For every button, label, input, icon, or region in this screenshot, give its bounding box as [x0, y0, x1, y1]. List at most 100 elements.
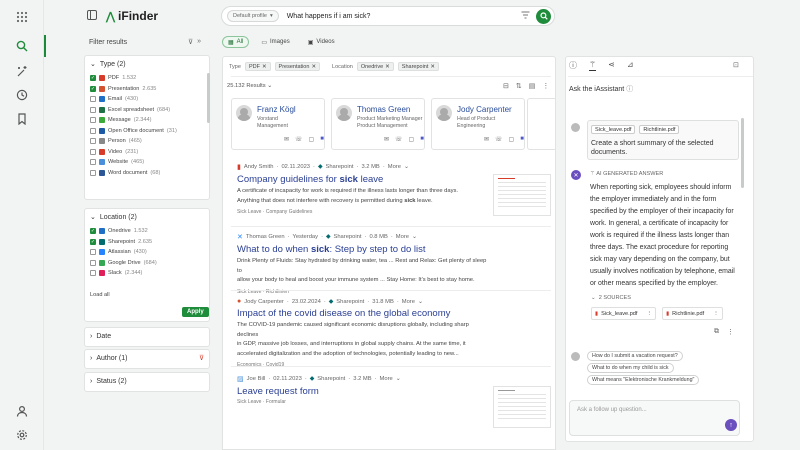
user-icon[interactable] — [13, 402, 31, 420]
sidebar-toggle-icon[interactable] — [87, 10, 97, 22]
search-input[interactable]: What happens if i am sick? — [287, 13, 519, 20]
search-submit-button[interactable] — [536, 8, 551, 24]
checkbox[interactable] — [90, 169, 96, 176]
checkbox[interactable] — [90, 148, 96, 155]
status-filter-header[interactable]: › Status (2) — [90, 378, 127, 385]
type-option[interactable]: Message (2.344) — [90, 115, 205, 126]
result-more-menu[interactable]: More — [380, 376, 393, 382]
type-option[interactable]: Person (465) — [90, 136, 205, 147]
type-filter-scrollbar[interactable] — [207, 73, 210, 123]
person-name[interactable]: Thomas Green — [357, 105, 410, 114]
person-card-partial[interactable] — [527, 98, 555, 150]
sources-toggle[interactable]: ⌄ 2 SOURCES — [591, 295, 631, 301]
history-icon[interactable] — [13, 86, 31, 104]
mail-icon[interactable]: ✉ — [384, 136, 389, 143]
type-option[interactable]: Email (430) — [90, 94, 205, 105]
person-name[interactable]: Franz Kögl — [257, 105, 296, 114]
location-option[interactable]: Atlassian (430) — [90, 247, 205, 258]
checkbox[interactable]: ✓ — [90, 75, 96, 82]
date-filter-header[interactable]: › Date — [90, 333, 111, 340]
info-icon[interactable]: ⓘ — [569, 60, 577, 71]
layout-icon[interactable]: ⊟ — [503, 82, 509, 90]
settings-gear-icon[interactable] — [13, 426, 31, 444]
type-filter-header[interactable]: ⌄ Type (2) — [90, 60, 126, 69]
panel-collapse-icon[interactable]: ⊡ — [733, 61, 739, 69]
checkbox[interactable]: ✓ — [90, 85, 96, 92]
result-title[interactable]: Leave request form — [237, 386, 487, 397]
checkbox[interactable]: ✓ — [90, 238, 96, 245]
location-option[interactable]: Google Drive (684) — [90, 258, 205, 269]
filter-chip-onedrive[interactable]: Onedrive ✕ — [356, 62, 394, 71]
filter-icon[interactable] — [519, 11, 531, 21]
ai-magic-icon[interactable]: ⚚ — [589, 60, 597, 71]
more-options-icon[interactable]: ⋮ — [713, 311, 719, 317]
search-icon[interactable] — [13, 37, 31, 55]
checkbox[interactable] — [90, 270, 96, 277]
attached-file-chip[interactable]: Sick_leave.pdf — [591, 125, 636, 134]
send-button[interactable]: ↑ — [725, 419, 737, 431]
follow-up-input[interactable]: Ask a follow up question... — [577, 407, 647, 413]
remove-filter-icon[interactable]: ⊽ — [199, 354, 204, 362]
result-more-menu[interactable]: More — [388, 164, 401, 170]
attached-file-chip[interactable]: Richtlinie.pdf — [639, 125, 680, 134]
type-option[interactable]: ✓ PDF 1.532 — [90, 73, 205, 84]
collapse-all-icon[interactable]: » — [197, 38, 201, 46]
search-profile-select[interactable]: Default profile ▾ — [227, 10, 279, 22]
checkbox[interactable] — [90, 159, 96, 166]
ai-magic-icon[interactable] — [13, 62, 31, 80]
app-grid-icon[interactable] — [13, 8, 31, 26]
result-thumbnail[interactable] — [493, 386, 551, 428]
sort-icon[interactable]: ⇅ — [516, 82, 522, 90]
mail-icon[interactable]: ✉ — [284, 136, 289, 143]
person-card[interactable]: Jody Carpenter Head of Product Engineeri… — [431, 98, 525, 150]
result-title[interactable]: Company guidelines for sick leave — [237, 174, 487, 185]
load-all-link[interactable]: Load all — [90, 292, 110, 298]
chat-icon[interactable]: ▢ — [509, 136, 515, 143]
type-option[interactable]: Video (231) — [90, 147, 205, 158]
filter-chip-presentation[interactable]: Presentation ✕ — [274, 62, 321, 71]
author-filter-header[interactable]: › Author (1) — [90, 355, 127, 362]
checkbox[interactable]: ✓ — [90, 228, 96, 235]
teams-icon[interactable]: ■ — [320, 136, 324, 143]
result-title[interactable]: Impact of the covid disease on the globa… — [237, 308, 487, 319]
type-option[interactable]: Word document (68) — [90, 168, 205, 179]
tab-videos[interactable]: ▣ Videos — [302, 36, 341, 48]
suggested-question[interactable]: What to do when my child is sick — [587, 363, 674, 373]
filter-chip-sharepoint[interactable]: Sharepoint ✕ — [397, 62, 439, 71]
checkbox[interactable] — [90, 249, 96, 256]
person-card[interactable]: Thomas Green Product Marketing Manager P… — [331, 98, 425, 150]
apply-filter-button[interactable]: Apply — [182, 307, 209, 317]
close-icon[interactable]: ✕ — [311, 64, 316, 70]
checkbox[interactable] — [90, 127, 96, 134]
chat-icon[interactable]: ▢ — [309, 136, 315, 143]
mail-icon[interactable]: ✉ — [484, 136, 489, 143]
sort-chevron-icon[interactable]: ⌄ — [267, 83, 272, 89]
person-card[interactable]: Franz Kögl Vorstand Management ✉ ☏ ▢ ■ — [231, 98, 325, 150]
result-thumbnail[interactable] — [493, 174, 551, 216]
teams-icon[interactable]: ■ — [520, 136, 524, 143]
more-options-icon[interactable]: ⋮ — [542, 82, 549, 90]
chart-icon[interactable]: ⊿ — [627, 60, 634, 71]
search-bar[interactable]: Default profile ▾ What happens if i am s… — [221, 6, 555, 26]
suggested-question[interactable]: How do I submit a vacation request? — [587, 351, 683, 361]
teams-icon[interactable]: ■ — [420, 136, 424, 143]
more-options-icon[interactable]: ⋮ — [727, 328, 734, 336]
source-chip[interactable]: ▮ Richtlinie.pdf ⋮ — [662, 307, 723, 320]
checkbox[interactable] — [90, 138, 96, 145]
checkbox[interactable] — [90, 117, 96, 124]
location-option[interactable]: Slack (2.344) — [90, 268, 205, 279]
list-view-icon[interactable]: ▤ — [529, 82, 536, 90]
location-option[interactable]: ✓ Sharepoint 2.635 — [90, 237, 205, 248]
filter-chip-pdf[interactable]: PDF ✕ — [244, 62, 271, 71]
type-option[interactable]: Open Office document (31) — [90, 126, 205, 137]
help-icon[interactable]: ⓘ — [626, 86, 633, 93]
close-icon[interactable]: ✕ — [385, 64, 390, 70]
result-title[interactable]: What to do when sick: Step by step to do… — [237, 244, 487, 255]
tab-all[interactable]: ▦ All — [222, 36, 250, 48]
copy-icon[interactable]: ⧉ — [714, 328, 719, 336]
location-option[interactable]: ✓ Onedrive 1.532 — [90, 226, 205, 237]
suggested-question[interactable]: What means "Elektronische Krankmeldung" — [587, 375, 700, 385]
person-name[interactable]: Jody Carpenter — [457, 105, 512, 114]
checkbox[interactable] — [90, 259, 96, 266]
phone-icon[interactable]: ☏ — [295, 136, 303, 143]
